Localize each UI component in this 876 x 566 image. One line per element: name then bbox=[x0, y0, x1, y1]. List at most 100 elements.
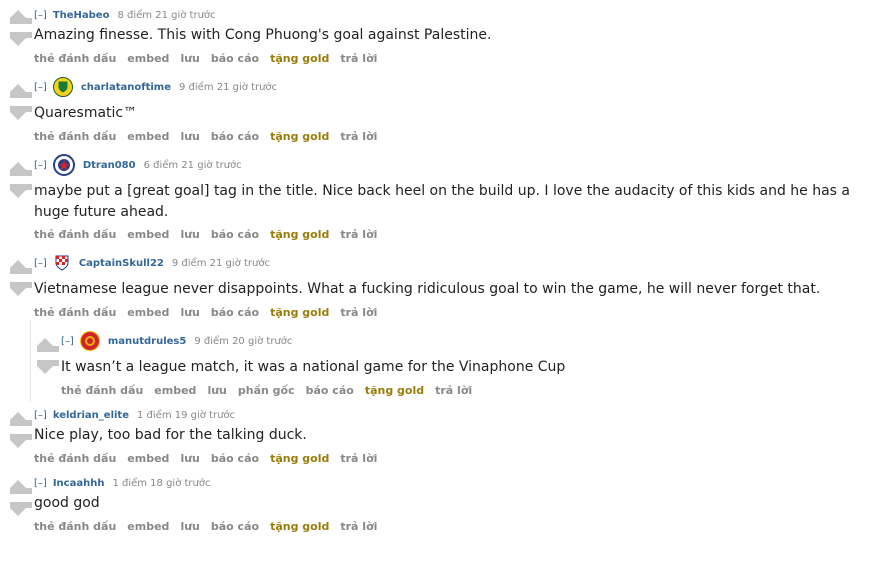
reply-button[interactable]: trả lời bbox=[340, 130, 377, 143]
collapse-toggle[interactable]: [–] bbox=[34, 10, 47, 21]
save-tag-button[interactable]: thẻ đánh dấu bbox=[34, 452, 116, 465]
reply-button[interactable]: trả lời bbox=[435, 384, 472, 397]
upvote-stem-icon[interactable] bbox=[10, 488, 32, 494]
croatia-crest-icon bbox=[52, 254, 71, 272]
parent-button[interactable]: phần gốc bbox=[238, 384, 295, 397]
embed-button[interactable]: embed bbox=[127, 306, 169, 319]
comment-tagline: [–] Incaahhh 1 điểm 18 giờ trước bbox=[34, 474, 211, 492]
report-button[interactable]: báo cáo bbox=[306, 384, 354, 397]
save-button[interactable]: lưu bbox=[180, 130, 199, 143]
comment-author[interactable]: TheHabeo bbox=[53, 10, 110, 21]
downvote-icon[interactable] bbox=[37, 366, 53, 374]
comment-author[interactable]: Incaahhh bbox=[53, 478, 105, 489]
embed-button[interactable]: embed bbox=[127, 130, 169, 143]
report-button[interactable]: báo cáo bbox=[211, 52, 259, 65]
save-button[interactable]: lưu bbox=[180, 520, 199, 533]
downvote-icon[interactable] bbox=[10, 508, 26, 516]
reply-button[interactable]: trả lời bbox=[340, 52, 377, 65]
upvote-stem-icon[interactable] bbox=[10, 18, 32, 24]
upvote-stem-icon[interactable] bbox=[10, 420, 32, 426]
reply-button[interactable]: trả lời bbox=[340, 306, 377, 319]
give-gold-button[interactable]: tặng gold bbox=[365, 384, 424, 397]
comment-author[interactable]: CaptainSkull22 bbox=[79, 258, 164, 269]
vote-arrows bbox=[10, 260, 32, 296]
save-button[interactable]: lưu bbox=[180, 306, 199, 319]
comment-author[interactable]: keldrian_elite bbox=[53, 410, 129, 421]
comment-score-time: 9 điểm 21 giờ trước bbox=[171, 257, 270, 269]
save-tag-button[interactable]: thẻ đánh dấu bbox=[61, 384, 143, 397]
comment-body: It wasn’t a league match, it was a natio… bbox=[61, 359, 566, 375]
give-gold-button[interactable]: tặng gold bbox=[270, 306, 329, 319]
save-button[interactable]: lưu bbox=[207, 384, 226, 397]
report-button[interactable]: báo cáo bbox=[211, 130, 259, 143]
comment-actions: thẻ đánh dấu embed lưu báo cáo tặng gold… bbox=[34, 520, 377, 533]
downvote-icon[interactable] bbox=[10, 440, 26, 448]
reply-button[interactable]: trả lời bbox=[340, 452, 377, 465]
collapse-toggle[interactable]: [–] bbox=[34, 82, 47, 93]
club-crest-icon bbox=[52, 77, 73, 97]
comment-score-time: 8 điểm 21 giờ trước bbox=[117, 9, 216, 21]
upvote-stem-icon[interactable] bbox=[10, 268, 32, 274]
give-gold-button[interactable]: tặng gold bbox=[270, 520, 329, 533]
give-gold-button[interactable]: tặng gold bbox=[270, 452, 329, 465]
vote-arrows bbox=[10, 162, 32, 198]
embed-button[interactable]: embed bbox=[127, 52, 169, 65]
upvote-stem-icon[interactable] bbox=[37, 346, 59, 352]
collapse-toggle[interactable]: [–] bbox=[61, 336, 74, 347]
collapse-toggle[interactable]: [–] bbox=[34, 160, 47, 171]
comment-body: maybe put a [great goal] tag in the titl… bbox=[34, 183, 850, 220]
save-button[interactable]: lưu bbox=[180, 452, 199, 465]
report-button[interactable]: báo cáo bbox=[211, 228, 259, 241]
report-button[interactable]: báo cáo bbox=[211, 520, 259, 533]
collapse-toggle[interactable]: [–] bbox=[34, 410, 47, 421]
embed-button[interactable]: embed bbox=[127, 452, 169, 465]
embed-button[interactable]: embed bbox=[127, 520, 169, 533]
downvote-icon[interactable] bbox=[10, 112, 26, 120]
report-button[interactable]: báo cáo bbox=[211, 452, 259, 465]
save-tag-button[interactable]: thẻ đánh dấu bbox=[34, 306, 116, 319]
comment-score-time: 1 điểm 19 giờ trước bbox=[137, 409, 236, 421]
comment-thread: [–] TheHabeo 8 điểm 21 giờ trước Amazing… bbox=[0, 0, 876, 566]
upvote-stem-icon[interactable] bbox=[10, 92, 32, 98]
comment-author[interactable]: Dtran080 bbox=[83, 160, 136, 171]
save-tag-button[interactable]: thẻ đánh dấu bbox=[34, 52, 116, 65]
comment-actions: thẻ đánh dấu embed lưu báo cáo tặng gold… bbox=[34, 52, 377, 65]
vote-arrows bbox=[10, 84, 32, 120]
comment-author[interactable]: manutdrules5 bbox=[108, 336, 187, 347]
reply-button[interactable]: trả lời bbox=[340, 520, 377, 533]
comment-score-time: 1 điểm 18 giờ trước bbox=[112, 477, 211, 489]
upvote-icon[interactable] bbox=[10, 260, 26, 268]
save-button[interactable]: lưu bbox=[180, 228, 199, 241]
comment-author[interactable]: charlatanoftime bbox=[81, 82, 171, 93]
save-tag-button[interactable]: thẻ đánh dấu bbox=[34, 520, 116, 533]
give-gold-button[interactable]: tặng gold bbox=[270, 52, 329, 65]
give-gold-button[interactable]: tặng gold bbox=[270, 130, 329, 143]
upvote-stem-icon[interactable] bbox=[10, 170, 32, 176]
downvote-icon[interactable] bbox=[10, 288, 26, 296]
save-tag-button[interactable]: thẻ đánh dấu bbox=[34, 130, 116, 143]
upvote-icon[interactable] bbox=[10, 480, 26, 488]
downvote-icon[interactable] bbox=[10, 38, 26, 46]
upvote-icon[interactable] bbox=[10, 412, 26, 420]
comment-body: Vietnamese league never disappoints. Wha… bbox=[34, 281, 821, 297]
give-gold-button[interactable]: tặng gold bbox=[270, 228, 329, 241]
embed-button[interactable]: embed bbox=[154, 384, 196, 397]
comment-tagline: [–] TheHabeo 8 điểm 21 giờ trước bbox=[34, 6, 216, 24]
upvote-icon[interactable] bbox=[10, 162, 26, 170]
save-button[interactable]: lưu bbox=[180, 52, 199, 65]
report-button[interactable]: báo cáo bbox=[211, 306, 259, 319]
upvote-icon[interactable] bbox=[37, 338, 53, 346]
reply-button[interactable]: trả lời bbox=[340, 228, 377, 241]
upvote-icon[interactable] bbox=[10, 84, 26, 92]
comment-body: Nice play, too bad for the talking duck. bbox=[34, 427, 307, 443]
save-tag-button[interactable]: thẻ đánh dấu bbox=[34, 228, 116, 241]
downvote-icon[interactable] bbox=[10, 190, 26, 198]
vote-arrows bbox=[10, 10, 32, 46]
collapse-toggle[interactable]: [–] bbox=[34, 258, 47, 269]
upvote-icon[interactable] bbox=[10, 10, 26, 18]
collapse-toggle[interactable]: [–] bbox=[34, 478, 47, 489]
comment-score-time: 6 điểm 21 giờ trước bbox=[143, 159, 242, 171]
comment-actions: thẻ đánh dấu embed lưu báo cáo tặng gold… bbox=[34, 306, 377, 319]
embed-button[interactable]: embed bbox=[127, 228, 169, 241]
comment-tagline: [–] manutdrules5 9 điểm 20 giờ trước bbox=[61, 331, 292, 351]
